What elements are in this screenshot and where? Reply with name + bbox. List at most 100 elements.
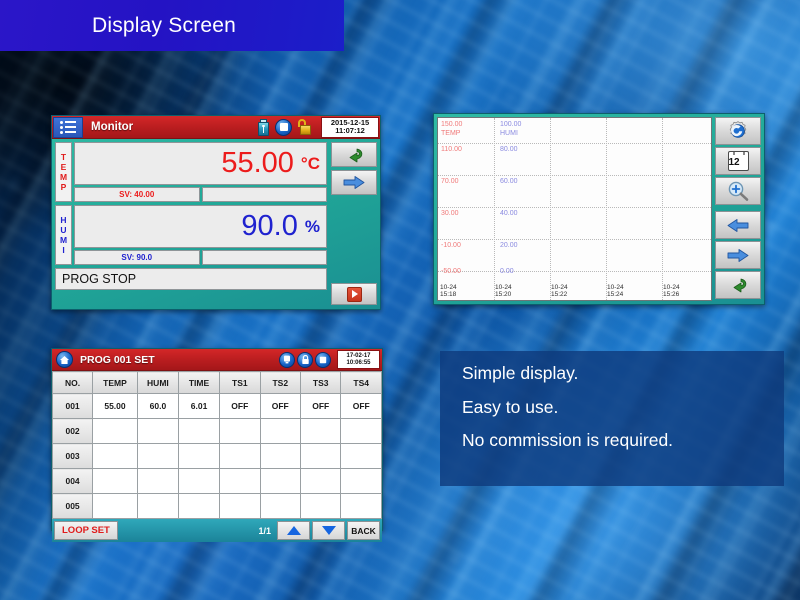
- usb-drive-icon[interactable]: [257, 118, 270, 136]
- caption-line-3: No commission is required.: [462, 430, 674, 450]
- channel-temp-sv[interactable]: SV: 40.00: [74, 187, 200, 202]
- channel-humi-pv: 90.0: [241, 210, 298, 242]
- table-row[interactable]: 004: [51, 468, 382, 494]
- row-cell[interactable]: [340, 493, 382, 519]
- unlocked-padlock-icon[interactable]: [297, 119, 311, 135]
- row-cell[interactable]: OFF: [219, 393, 261, 419]
- temp-letter-3: M: [59, 172, 68, 182]
- row-cell[interactable]: [299, 443, 342, 469]
- table-row[interactable]: 002: [51, 418, 382, 444]
- stop-circle-icon[interactable]: [275, 118, 292, 136]
- chart-xtick-3: 10-24 15:24: [607, 283, 624, 299]
- row-no: 001: [51, 393, 94, 419]
- row-cell[interactable]: 55.00: [92, 393, 138, 419]
- row-cell[interactable]: [177, 443, 221, 469]
- chart-side-buttons: 12: [715, 117, 761, 301]
- row-cell[interactable]: [219, 418, 261, 444]
- settings-gear-icon[interactable]: [715, 117, 761, 145]
- chart-ytick-humi-5: 0.00: [500, 268, 514, 275]
- row-cell[interactable]: [136, 493, 179, 519]
- channel-temp-pv-box[interactable]: 55.00 °C: [74, 142, 327, 185]
- channel-humi-sv-row: SV: 90.0: [74, 250, 327, 265]
- back-button[interactable]: BACK: [347, 521, 380, 540]
- stop-circle-icon[interactable]: [315, 351, 331, 368]
- row-cell[interactable]: 60.0: [136, 393, 179, 419]
- row-cell[interactable]: [299, 468, 342, 494]
- program-clock-time: 10:06:55: [346, 359, 371, 366]
- home-icon[interactable]: [56, 351, 73, 368]
- channel-humi-label: H U M I: [55, 205, 72, 265]
- row-cell[interactable]: [136, 418, 179, 444]
- right-arrow-icon[interactable]: [715, 241, 761, 269]
- row-cell[interactable]: [259, 418, 301, 444]
- table-row[interactable]: 001 55.00 60.0 6.01 OFF OFF OFF OFF: [51, 393, 382, 419]
- chart-ytick-humi-4: 20.00: [500, 242, 518, 249]
- temp-letter-4: P: [60, 182, 67, 193]
- calendar-icon[interactable]: 12: [715, 147, 761, 175]
- row-cell[interactable]: [136, 468, 179, 494]
- table-row[interactable]: 003: [51, 443, 382, 469]
- row-cell[interactable]: [92, 443, 138, 469]
- row-cell[interactable]: [299, 418, 342, 444]
- calendar-day: 12: [728, 157, 740, 168]
- row-cell[interactable]: [340, 443, 382, 469]
- chart-xtick-2: 10-24 15:22: [551, 283, 568, 299]
- row-cell[interactable]: [92, 468, 138, 494]
- monitor-clock: 2015-12-15 11:07:12: [321, 116, 379, 138]
- row-cell[interactable]: 6.01: [177, 393, 221, 419]
- channel-humi-pv-box[interactable]: 90.0 %: [74, 205, 327, 248]
- channel-humi-sv[interactable]: SV: 90.0: [74, 250, 200, 265]
- chart-ytick-temp-4: -10.00: [441, 242, 461, 249]
- row-cell[interactable]: [340, 418, 382, 444]
- back-arrow-icon[interactable]: [715, 271, 761, 299]
- row-cell[interactable]: [259, 493, 301, 519]
- column-header-no: NO.: [51, 371, 94, 394]
- row-cell[interactable]: OFF: [340, 393, 382, 419]
- monitor-screen-panel: Monitor 2015-12-15 11:07:12 T E M P 55.0…: [51, 115, 381, 310]
- lock-circle-icon[interactable]: [297, 351, 313, 368]
- trend-chart-plot[interactable]: 150.00 TEMP 110.00 70.00 30.00 -10.00 -50…: [437, 117, 712, 301]
- zoom-in-icon[interactable]: [715, 177, 761, 205]
- row-cell[interactable]: [340, 468, 382, 494]
- row-cell[interactable]: [177, 493, 221, 519]
- row-cell[interactable]: [219, 443, 261, 469]
- loop-set-button[interactable]: LOOP SET: [54, 521, 118, 540]
- chart-ytick-temp-5: -50.00: [441, 268, 461, 275]
- channel-temp-label: T E M P: [55, 142, 72, 202]
- row-no: 005: [51, 493, 94, 519]
- channel-temp-aux[interactable]: [201, 187, 327, 202]
- row-cell[interactable]: [219, 468, 261, 494]
- chart-ytick-humi-2: 60.00: [500, 178, 518, 185]
- row-cell[interactable]: [92, 418, 138, 444]
- chart-xtick-0: 10-24 15:18: [440, 283, 457, 299]
- row-cell[interactable]: [177, 418, 221, 444]
- program-titlebar: PROG 001 SET 17-02-17 10:06:55: [52, 349, 382, 371]
- channel-temp-pv: 55.00: [221, 147, 294, 179]
- play-icon[interactable]: [331, 283, 377, 305]
- row-cell[interactable]: [92, 493, 138, 519]
- row-cell[interactable]: [259, 443, 301, 469]
- row-cell[interactable]: [136, 443, 179, 469]
- hamburger-menu-icon[interactable]: [53, 116, 83, 138]
- row-cell[interactable]: OFF: [259, 393, 301, 419]
- row-cell[interactable]: [219, 493, 261, 519]
- screen-circle-icon[interactable]: [279, 351, 295, 368]
- chart-ytick-temp-3: 30.00: [441, 210, 459, 217]
- up-arrow-icon[interactable]: [277, 521, 310, 540]
- left-arrow-icon[interactable]: [715, 211, 761, 239]
- table-row[interactable]: 005: [51, 493, 382, 519]
- back-arrow-icon[interactable]: [331, 142, 377, 167]
- row-cell[interactable]: [177, 468, 221, 494]
- down-arrow-icon[interactable]: [312, 521, 345, 540]
- column-header-ts4: TS4: [340, 371, 382, 394]
- monitor-status-icons: 2015-12-15 11:07:12: [257, 116, 380, 138]
- right-arrow-icon[interactable]: [331, 170, 377, 195]
- row-cell[interactable]: [259, 468, 301, 494]
- program-clock: 17-02-17 10:06:55: [337, 350, 380, 369]
- channel-humi-aux[interactable]: [201, 250, 327, 265]
- row-cell[interactable]: OFF: [299, 393, 342, 419]
- column-header-ts1: TS1: [219, 371, 261, 394]
- monitor-title: Monitor: [91, 121, 134, 133]
- status-badge: PROG STOP: [55, 268, 327, 290]
- row-cell[interactable]: [299, 493, 342, 519]
